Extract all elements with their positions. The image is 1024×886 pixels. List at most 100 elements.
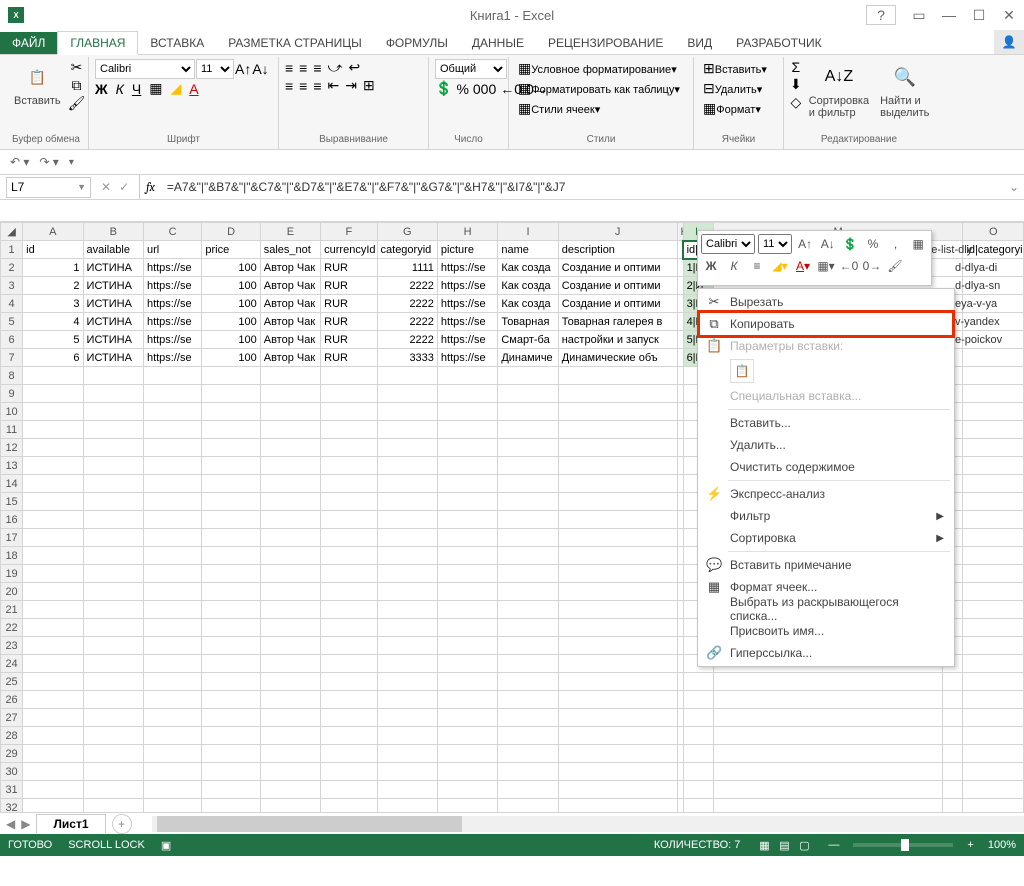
cell[interactable] — [498, 619, 558, 637]
cell[interactable] — [260, 637, 320, 655]
cell[interactable] — [558, 403, 677, 421]
cell[interactable] — [437, 403, 497, 421]
cell[interactable] — [143, 421, 201, 439]
cell[interactable] — [143, 763, 201, 781]
cell[interactable]: https://se — [437, 349, 497, 367]
cell[interactable] — [260, 367, 320, 385]
cell[interactable] — [437, 673, 497, 691]
cell[interactable] — [321, 601, 377, 619]
row-header[interactable]: 10 — [1, 403, 23, 421]
cell[interactable] — [23, 745, 83, 763]
cell[interactable]: 3333 — [377, 349, 437, 367]
macro-record-icon[interactable]: ▣ — [161, 839, 171, 852]
cell[interactable] — [437, 565, 497, 583]
cell[interactable] — [558, 745, 677, 763]
cell-styles-button[interactable]: ▦Стили ячеек▾ — [515, 99, 603, 118]
cell[interactable] — [498, 421, 558, 439]
fill-icon[interactable]: ⬇ — [790, 76, 802, 93]
cell[interactable] — [713, 673, 943, 691]
cell[interactable] — [963, 421, 1024, 439]
cell[interactable] — [437, 583, 497, 601]
cell[interactable] — [713, 781, 943, 799]
row-header[interactable]: 16 — [1, 511, 23, 529]
cell[interactable] — [83, 709, 143, 727]
cell[interactable] — [202, 439, 260, 457]
cell[interactable] — [558, 475, 677, 493]
cell[interactable] — [683, 709, 713, 727]
cell[interactable]: https://se — [143, 349, 201, 367]
autosum-icon[interactable]: Σ — [790, 59, 802, 75]
col-header[interactable]: D — [202, 223, 260, 241]
cell[interactable] — [23, 619, 83, 637]
cell[interactable]: Товарная галерея в — [558, 313, 677, 331]
cell[interactable] — [83, 547, 143, 565]
cell[interactable] — [963, 709, 1024, 727]
cell[interactable] — [260, 403, 320, 421]
paste-button[interactable]: 📋 Вставить — [10, 59, 65, 109]
italic-button[interactable]: К — [116, 80, 124, 97]
insert-cells-button[interactable]: ⊞Вставить▾ — [700, 59, 770, 78]
col-header[interactable]: F — [321, 223, 377, 241]
cell[interactable] — [23, 493, 83, 511]
cell[interactable] — [143, 475, 201, 493]
cell[interactable] — [437, 529, 497, 547]
ctx-filter[interactable]: Фильтр▶ — [700, 505, 952, 527]
cell[interactable] — [321, 511, 377, 529]
cell[interactable] — [202, 583, 260, 601]
cell[interactable] — [23, 421, 83, 439]
col-header[interactable]: B — [83, 223, 143, 241]
row-header[interactable]: 21 — [1, 601, 23, 619]
cell[interactable] — [713, 763, 943, 781]
cell[interactable]: https://se — [437, 331, 497, 349]
cell[interactable] — [558, 511, 677, 529]
paste-option-default[interactable]: 📋 — [730, 359, 754, 383]
cell[interactable] — [437, 727, 497, 745]
find-select-button[interactable]: 🔍 Найти и выделить — [876, 59, 933, 121]
cell[interactable] — [143, 547, 201, 565]
cell[interactable] — [558, 727, 677, 745]
cell[interactable] — [437, 547, 497, 565]
mini-decrease-font-icon[interactable]: A↓ — [818, 234, 838, 254]
cell[interactable] — [558, 691, 677, 709]
tab-review[interactable]: РЕЦЕНЗИРОВАНИЕ — [536, 32, 675, 54]
mini-percent-icon[interactable]: % — [863, 234, 883, 254]
cell[interactable] — [23, 655, 83, 673]
cell[interactable] — [498, 727, 558, 745]
cell[interactable] — [202, 619, 260, 637]
cell[interactable] — [437, 475, 497, 493]
cell[interactable] — [437, 367, 497, 385]
cell[interactable]: currencyId — [321, 241, 377, 259]
cell[interactable] — [202, 673, 260, 691]
cell[interactable] — [23, 547, 83, 565]
cell[interactable] — [83, 763, 143, 781]
cell[interactable] — [83, 511, 143, 529]
cell[interactable] — [260, 799, 320, 813]
underline-button[interactable]: Ч — [132, 80, 141, 97]
cell[interactable] — [260, 781, 320, 799]
cell[interactable]: Как созда — [498, 277, 558, 295]
cell[interactable] — [321, 403, 377, 421]
tab-view[interactable]: ВИД — [675, 32, 724, 54]
row-header[interactable]: 28 — [1, 727, 23, 745]
cell[interactable] — [437, 799, 497, 813]
cell[interactable] — [321, 709, 377, 727]
increase-indent-icon[interactable]: ⇥ — [345, 77, 357, 94]
cell[interactable] — [683, 691, 713, 709]
cell[interactable] — [260, 547, 320, 565]
align-bottom-icon[interactable]: ≡ — [313, 59, 321, 76]
cell[interactable] — [23, 439, 83, 457]
cell[interactable] — [23, 565, 83, 583]
cell[interactable] — [683, 763, 713, 781]
cell[interactable] — [377, 601, 437, 619]
cell[interactable] — [963, 655, 1024, 673]
cell[interactable] — [377, 583, 437, 601]
cell[interactable] — [683, 673, 713, 691]
cell[interactable] — [202, 385, 260, 403]
view-buttons[interactable]: ▦▤▢ — [754, 839, 814, 852]
row-header[interactable]: 13 — [1, 457, 23, 475]
row-header[interactable]: 1 — [1, 241, 23, 259]
cell[interactable] — [260, 727, 320, 745]
cell[interactable] — [83, 799, 143, 813]
cell[interactable]: https://se — [437, 259, 497, 277]
cell[interactable] — [321, 763, 377, 781]
